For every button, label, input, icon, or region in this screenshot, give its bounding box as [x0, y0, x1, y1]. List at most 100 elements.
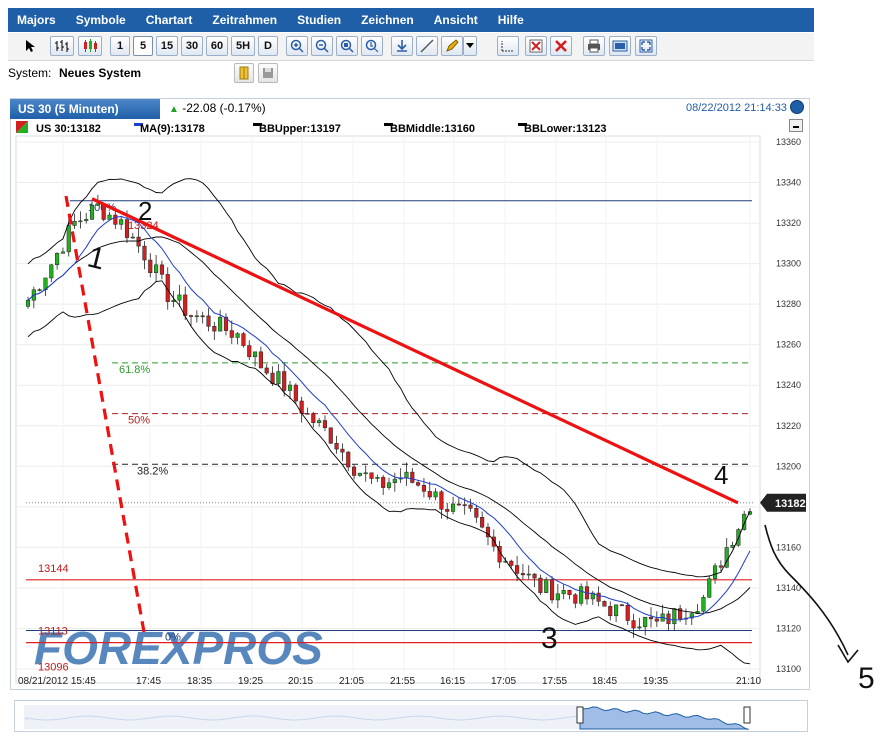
- candle: [370, 473, 374, 479]
- candle: [410, 472, 414, 482]
- candle: [73, 221, 77, 225]
- y-tick-label: 13160: [776, 542, 801, 552]
- fib-label: 61.8%: [119, 364, 150, 376]
- candle: [376, 477, 380, 478]
- candle: [440, 492, 444, 509]
- candle: [183, 295, 187, 316]
- candle: [114, 215, 118, 224]
- handwritten-3: 3: [541, 622, 558, 655]
- last-price-value: 13182: [775, 498, 806, 510]
- candle: [288, 385, 292, 390]
- candle: [434, 492, 438, 497]
- candle: [574, 595, 578, 604]
- candle: [282, 372, 286, 391]
- navigator[interactable]: [14, 700, 808, 732]
- candle: [544, 580, 548, 593]
- fib-label: 0%: [165, 631, 181, 643]
- candle: [527, 574, 531, 575]
- candle: [603, 601, 607, 606]
- x-tick-label: 19:35: [643, 676, 668, 687]
- candle: [405, 472, 409, 478]
- candle: [556, 594, 560, 600]
- candle: [79, 221, 83, 222]
- candle: [26, 300, 30, 306]
- candle: [713, 566, 717, 579]
- candle: [457, 504, 461, 505]
- candle: [178, 295, 182, 300]
- y-tick-label: 13240: [776, 380, 801, 390]
- candle: [422, 485, 426, 491]
- y-tick-label: 13340: [776, 178, 801, 188]
- support-label: 13144: [38, 563, 69, 575]
- candle: [312, 414, 316, 423]
- candle: [451, 504, 455, 512]
- candle: [475, 508, 479, 517]
- candle: [201, 316, 205, 317]
- candle: [341, 449, 345, 452]
- x-tick-label: 21:55: [390, 676, 415, 687]
- candle: [218, 317, 222, 331]
- candle: [119, 220, 123, 225]
- y-tick-label: 13100: [776, 664, 801, 674]
- x-tick-label: 17:45: [136, 676, 161, 687]
- x-tick-label: 21:05: [339, 676, 364, 687]
- candle: [358, 473, 362, 475]
- y-tick-label: 13280: [776, 299, 801, 309]
- candle: [108, 215, 112, 219]
- y-tick-label: 13320: [776, 218, 801, 228]
- handwritten-1: 1: [84, 241, 108, 277]
- candle: [306, 413, 310, 414]
- bb-upper-line: [28, 179, 750, 577]
- candle: [702, 597, 706, 611]
- y-tick-label: 13200: [776, 461, 801, 471]
- candle: [131, 237, 135, 238]
- candle: [387, 483, 391, 488]
- x-tick-label: 18:45: [592, 676, 617, 687]
- candle: [608, 606, 612, 616]
- candle: [189, 316, 193, 317]
- support-label: 13113: [38, 625, 68, 637]
- candle: [61, 252, 65, 253]
- candle: [463, 505, 467, 506]
- candle: [346, 452, 350, 467]
- candle: [49, 265, 53, 278]
- fib-label: 50%: [128, 415, 150, 427]
- candle: [626, 605, 630, 620]
- x-tick-label: 08/21/2012 15:45: [18, 676, 96, 687]
- candle: [445, 509, 449, 511]
- candle: [160, 265, 164, 275]
- y-tick-label: 13120: [776, 623, 801, 633]
- y-tick-label: 13140: [776, 583, 801, 593]
- candle: [568, 590, 572, 594]
- candle: [521, 573, 525, 574]
- candle: [242, 334, 246, 346]
- candle: [137, 237, 141, 246]
- handwritten-5: 5: [858, 662, 875, 695]
- fib-label: 38.2%: [137, 465, 168, 477]
- y-tick-label: 13300: [776, 259, 801, 269]
- handwritten-2: 2: [138, 196, 152, 226]
- candle: [67, 226, 71, 252]
- candle: [632, 621, 636, 628]
- candle: [480, 517, 484, 527]
- candle: [515, 565, 519, 573]
- candle: [364, 473, 368, 474]
- candle: [539, 578, 543, 593]
- candle: [323, 421, 327, 428]
- candle: [352, 467, 356, 475]
- candle: [125, 220, 129, 238]
- candle: [509, 561, 513, 565]
- x-tick-label: 17:05: [491, 676, 516, 687]
- candle: [643, 617, 647, 627]
- y-tick-label: 13220: [776, 421, 801, 431]
- candle: [638, 627, 642, 628]
- candle: [579, 587, 583, 604]
- candle: [247, 346, 251, 357]
- candle: [230, 331, 234, 338]
- candle: [469, 505, 473, 508]
- candle: [620, 605, 624, 606]
- candle: [265, 368, 269, 373]
- x-tick-label: 19:25: [238, 676, 263, 687]
- candle: [317, 421, 321, 423]
- candle: [719, 566, 723, 567]
